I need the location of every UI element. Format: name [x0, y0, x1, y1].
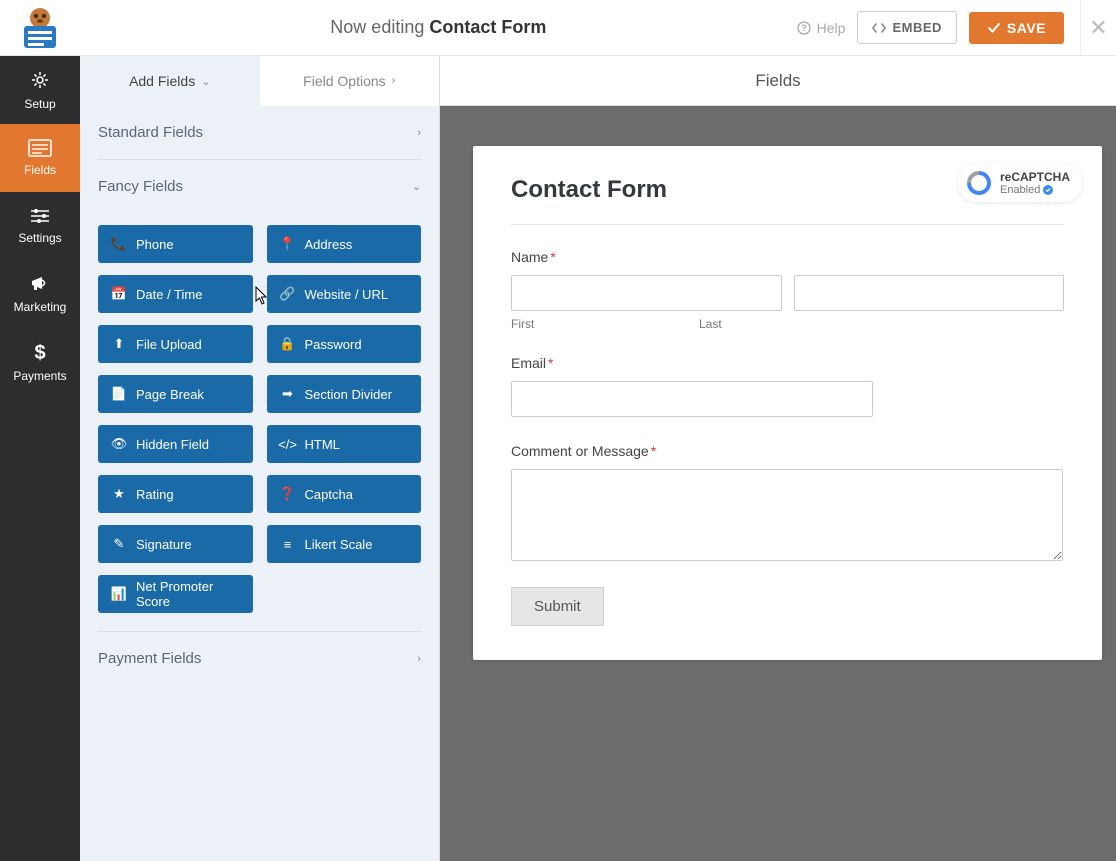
pencil-icon: ✎	[112, 536, 126, 552]
fields-icon	[28, 139, 52, 157]
field-datetime[interactable]: 📅Date / Time	[98, 275, 253, 313]
recaptcha-badge[interactable]: reCAPTCHA Enabled	[958, 164, 1082, 202]
input-last-name[interactable]	[794, 275, 1065, 311]
canvas-title: Fields	[440, 56, 1116, 106]
input-email[interactable]	[511, 381, 873, 417]
field-hidden[interactable]: 👁Hidden Field	[98, 425, 253, 463]
link-icon: 🔗	[281, 286, 295, 302]
pin-icon: 📍	[281, 236, 295, 252]
nav-settings[interactable]: Settings	[0, 192, 80, 260]
chevron-right-icon: ›	[417, 653, 421, 665]
input-comment[interactable]	[511, 469, 1063, 561]
svg-text:$: $	[34, 342, 45, 363]
section-payment-fields[interactable]: Payment Fields ›	[98, 632, 421, 685]
field-pagebreak[interactable]: 📄Page Break	[98, 375, 253, 413]
recaptcha-icon	[966, 170, 992, 196]
submit-button[interactable]: Submit	[511, 587, 604, 626]
field-section[interactable]: ➡Section Divider	[267, 375, 422, 413]
save-button[interactable]: SAVE	[969, 12, 1064, 44]
sublabel-last: Last	[699, 317, 875, 331]
divider	[511, 224, 1064, 225]
nav-payments[interactable]: $ Payments	[0, 328, 80, 396]
field-captcha[interactable]: ❓Captcha	[267, 475, 422, 513]
nav-fields[interactable]: Fields	[0, 124, 80, 192]
divider-icon: ➡	[281, 386, 295, 402]
check-icon	[987, 22, 1001, 34]
gauge-icon: 📊	[112, 586, 126, 602]
form-canvas: Fields reCAPTCHA Enabled Contact Form	[440, 56, 1116, 861]
label-email: Email*	[511, 355, 1064, 371]
close-button[interactable]: ✕	[1080, 0, 1116, 56]
input-first-name[interactable]	[511, 275, 782, 311]
field-likert[interactable]: ≡Likert Scale	[267, 525, 422, 563]
field-password[interactable]: 🔒Password	[267, 325, 422, 363]
dollar-icon: $	[33, 341, 47, 363]
phone-icon: 📞	[112, 236, 126, 252]
embed-button[interactable]: EMBED	[857, 11, 956, 44]
code-icon	[872, 22, 886, 34]
nav-setup[interactable]: Setup	[0, 56, 80, 124]
sliders-icon	[29, 207, 51, 225]
tab-add-fields[interactable]: Add Fields ⌄	[80, 56, 260, 106]
field-rating[interactable]: ★Rating	[98, 475, 253, 513]
section-standard-fields[interactable]: Standard Fields ›	[98, 106, 421, 160]
chevron-down-icon: ⌄	[412, 180, 421, 193]
label-name: Name*	[511, 249, 1064, 265]
star-icon: ★	[112, 486, 126, 502]
page-title: Now editing Contact Form	[80, 17, 797, 38]
eye-slash-icon: 👁	[112, 436, 126, 452]
upload-icon: ⬆	[112, 336, 126, 352]
label-comment: Comment or Message*	[511, 443, 1064, 459]
section-fancy-fields[interactable]: Fancy Fields ⌄	[98, 160, 421, 213]
help-icon: ?	[797, 21, 811, 35]
chevron-right-icon: ›	[392, 75, 396, 87]
chevron-right-icon: ›	[417, 127, 421, 139]
field-phone[interactable]: 📞Phone	[98, 225, 253, 263]
svg-text:?: ?	[801, 23, 807, 33]
field-website[interactable]: 🔗Website / URL	[267, 275, 422, 313]
field-address[interactable]: 📍Address	[267, 225, 422, 263]
code-icon: </>	[281, 437, 295, 452]
field-fileupload[interactable]: ⬆File Upload	[98, 325, 253, 363]
bullhorn-icon	[29, 274, 51, 294]
nav-marketing[interactable]: Marketing	[0, 260, 80, 328]
logo	[0, 0, 80, 56]
sublabel-first: First	[511, 317, 687, 331]
pagebreak-icon: 📄	[112, 386, 126, 402]
calendar-icon: 📅	[112, 286, 126, 302]
chevron-down-icon: ⌄	[201, 75, 210, 88]
field-html[interactable]: </>HTML	[267, 425, 422, 463]
question-icon: ❓	[281, 486, 295, 502]
gear-icon	[29, 69, 51, 91]
tab-field-options[interactable]: Field Options ›	[260, 56, 440, 106]
fields-panel: Add Fields ⌄ Field Options › Standard Fi…	[80, 56, 440, 861]
form-preview: reCAPTCHA Enabled Contact Form Name* Fir…	[473, 146, 1102, 660]
help-link[interactable]: ? Help	[797, 20, 846, 36]
lock-icon: 🔒	[281, 336, 295, 352]
wpforms-logo-icon	[12, 6, 68, 50]
close-icon: ✕	[1089, 15, 1107, 41]
verified-icon	[1043, 185, 1053, 195]
field-nps[interactable]: 📊Net Promoter Score	[98, 575, 253, 613]
field-signature[interactable]: ✎Signature	[98, 525, 253, 563]
left-nav: Setup Fields Settings Marketing $ Paymen…	[0, 56, 80, 861]
bars-icon: ≡	[281, 537, 295, 552]
